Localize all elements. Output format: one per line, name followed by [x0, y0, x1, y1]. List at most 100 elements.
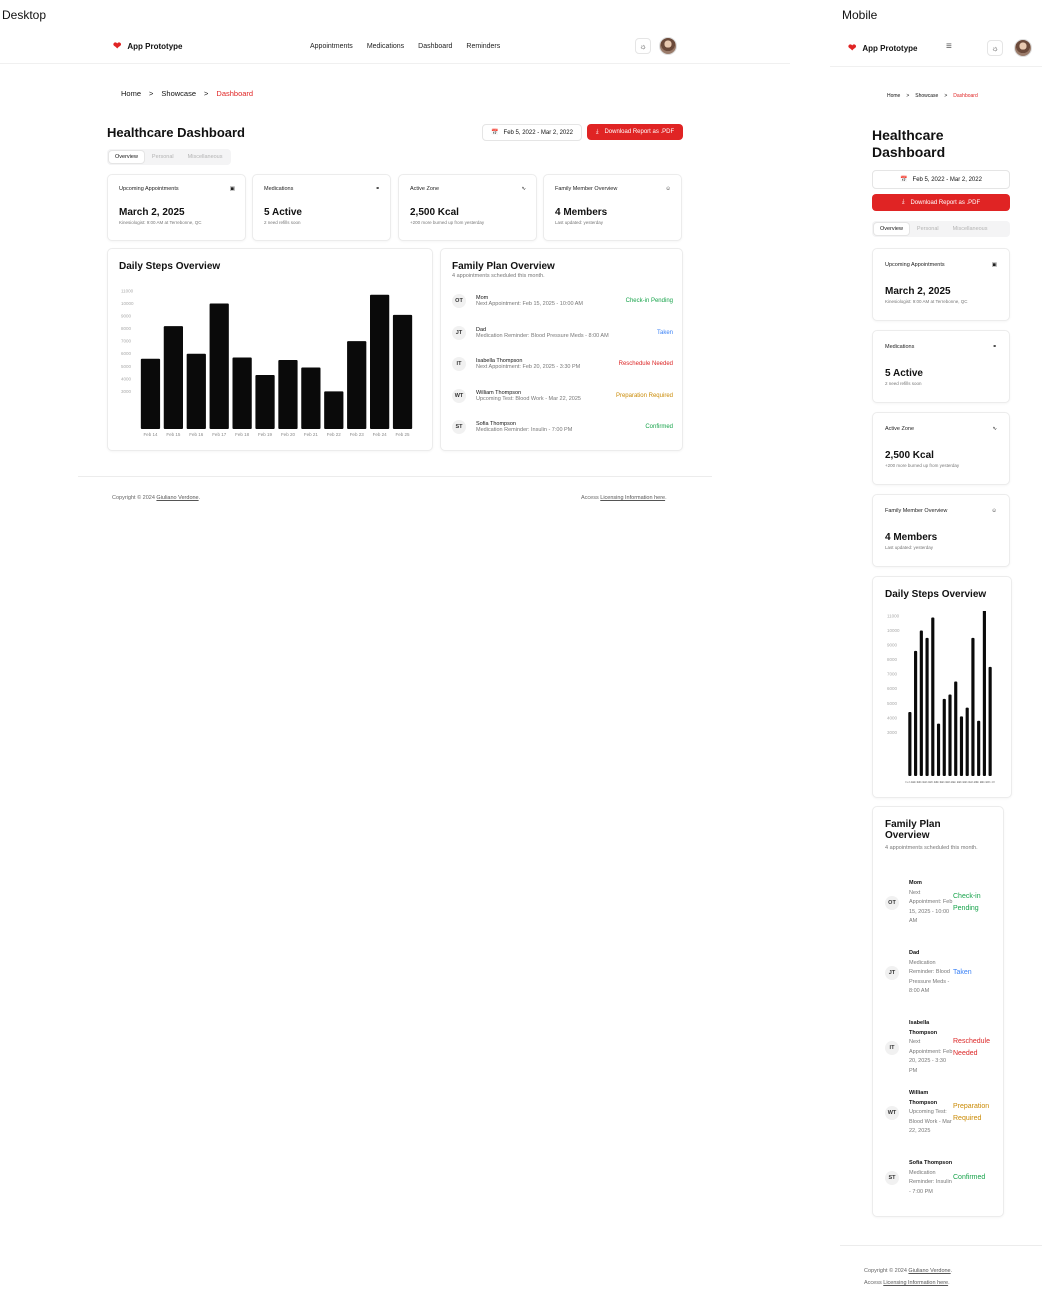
access-suffix: .: [665, 495, 667, 501]
steps-bar: [255, 375, 275, 429]
x-tick-label: Feb 14: [143, 432, 158, 437]
stat-card-family: Family Member Overview ☺ 4 Members Last …: [543, 174, 682, 241]
y-tick-label: 11000: [887, 614, 900, 619]
x-tick-label: Feb 28: [985, 780, 995, 784]
author-link[interactable]: Giuliano Verdone: [908, 1268, 950, 1274]
stat-value: March 2, 2025: [885, 286, 951, 297]
breadcrumb-showcase[interactable]: Showcase: [915, 93, 938, 99]
app-name: App Prototype: [862, 44, 918, 53]
tab-miscellaneous[interactable]: Miscellaneous: [182, 151, 229, 163]
footer-copyright: Copyright © 2024 Giuliano Verdone.: [864, 1268, 952, 1274]
stat-subtext: +200 more burned up from yesterday: [885, 463, 960, 468]
stat-title: Medications: [885, 344, 915, 350]
copyright-suffix: .: [198, 495, 201, 501]
tab-miscellaneous[interactable]: Miscellaneous: [947, 223, 994, 235]
steps-bar: [914, 650, 918, 776]
licensing-link[interactable]: Licensing Information here: [600, 495, 665, 501]
access-prefix: Access: [581, 495, 601, 501]
stat-subtext: Kinesiologist: 9:00 AM at Terrebonne, QC: [885, 299, 968, 304]
app-logo[interactable]: ❤ App Prototype: [848, 43, 918, 54]
nav-link-appointments[interactable]: Appointments: [310, 43, 353, 50]
nav-link-medications[interactable]: Medications: [367, 43, 404, 50]
footer-access: Access Licensing Information here.: [864, 1280, 950, 1286]
family-member-row[interactable]: IT Isabella Thompson Next Appointment: Feb…: [885, 1019, 997, 1076]
steps-bar: [988, 666, 992, 776]
stat-title: Family Member Overview: [885, 508, 948, 514]
users-icon: ☺: [991, 508, 997, 514]
stat-value: March 2, 2025: [119, 207, 185, 218]
avatar[interactable]: [1014, 39, 1032, 57]
tab-personal[interactable]: Personal: [911, 223, 945, 235]
stat-title: Active Zone: [885, 426, 915, 432]
tab-overview[interactable]: Overview: [874, 223, 909, 235]
download-report-button[interactable]: ⤓ Download Report as .PDF: [872, 194, 1010, 211]
tab-overview[interactable]: Overview: [109, 151, 144, 163]
x-tick-label: Feb 15: [166, 432, 181, 437]
steps-bar: [925, 637, 929, 776]
theme-toggle-button[interactable]: ☼: [987, 40, 1003, 56]
y-tick-label: 7000: [887, 672, 898, 677]
steps-bar: [977, 720, 981, 776]
date-range-button[interactable]: 📅 Feb 5, 2022 - Mar 2, 2022: [872, 170, 1010, 189]
member-status: Reschedule Needed: [953, 1037, 990, 1057]
breadcrumb-home[interactable]: Home: [887, 93, 900, 99]
steps-bar: [965, 707, 969, 776]
calendar-icon: ▣: [229, 186, 235, 192]
family-member-row[interactable]: ST Sofia Thompson Medication Reminder: Ins…: [885, 1159, 997, 1197]
family-member-row[interactable]: JT Dad Medication Reminder: Blood Pressure…: [452, 325, 673, 340]
heart-icon: ❤: [848, 43, 857, 54]
nav-link-reminders[interactable]: Reminders: [466, 43, 500, 50]
family-member-row[interactable]: OT Mom Next Appointment: Feb 15, 2025 - 10…: [452, 294, 673, 308]
avatar[interactable]: [659, 37, 677, 55]
download-report-button[interactable]: ⤓ Download Report as .PDF: [587, 124, 683, 140]
member-status: Reschedule Needed: [618, 361, 673, 367]
family-member-row[interactable]: OT Mom Next Appointment: Feb 15, 2025 - 10…: [885, 879, 997, 927]
date-range-button[interactable]: 📅 Feb 5, 2022 - Mar 2, 2022: [482, 124, 582, 141]
breadcrumb-separator: >: [944, 93, 948, 99]
family-member-row[interactable]: WT William Thompson Upcoming Test: Blood W…: [452, 388, 673, 403]
member-detail: Medication Reminder: Insulin - 7:00 PM: [909, 1169, 952, 1195]
family-subtitle: 4 appointments scheduled this month.: [452, 273, 545, 279]
y-tick-label: 6000: [121, 351, 132, 356]
family-member-row[interactable]: IT Isabella Thompson Next Appointment: Feb…: [452, 357, 673, 371]
stat-card-appointments: Upcoming Appointments ▣ March 2, 2025 Ki…: [107, 174, 246, 241]
breadcrumb-showcase[interactable]: Showcase: [161, 89, 196, 98]
y-tick-label: 3000: [121, 389, 132, 394]
family-member-row[interactable]: ST Sofia Thompson Medication Reminder: Ins…: [452, 420, 673, 434]
steps-bar: [392, 314, 413, 429]
tab-personal[interactable]: Personal: [146, 151, 180, 163]
access-suffix: .: [948, 1280, 950, 1286]
footer-divider: [840, 1245, 1042, 1246]
steps-bar: [936, 723, 941, 776]
steps-bar: [954, 681, 958, 776]
download-label: Download Report as .PDF: [604, 129, 675, 135]
breadcrumb-home[interactable]: Home: [121, 89, 141, 98]
y-tick-label: 9000: [121, 314, 132, 319]
copyright-suffix: .: [950, 1268, 953, 1274]
member-status: Confirmed: [645, 424, 673, 430]
sun-icon: ☼: [639, 41, 647, 51]
steps-bar: [140, 358, 161, 429]
licensing-link[interactable]: Licensing Information here: [883, 1280, 948, 1286]
family-member-row[interactable]: WT William Thompson Upcoming Test: Blood W…: [885, 1089, 997, 1137]
app-logo[interactable]: ❤ App Prototype: [113, 41, 183, 52]
member-detail: Next Appointment: Feb 20, 2025 - 3:30 PM: [909, 1039, 953, 1074]
nav-link-dashboard[interactable]: Dashboard: [418, 43, 452, 50]
y-tick-label: 8000: [887, 657, 898, 662]
x-tick-label: Feb 22: [327, 432, 342, 437]
author-link[interactable]: Giuliano Verdone: [156, 495, 198, 501]
menu-icon[interactable]: ≡: [946, 41, 952, 52]
calendar-icon: ▣: [991, 262, 997, 268]
steps-bar: [959, 716, 964, 776]
theme-toggle-button[interactable]: ☼: [635, 38, 651, 54]
stat-subtext: Last updated: yesterday: [555, 220, 604, 225]
family-title: Family Plan Overview: [452, 261, 555, 272]
breadcrumb-current: Dashboard: [953, 93, 978, 99]
steps-bar: [982, 611, 986, 776]
family-member-row[interactable]: JT Dad Medication Reminder: Blood Pressure…: [885, 949, 997, 997]
calendar-icon: 📅: [491, 130, 499, 136]
breadcrumb: Home > Showcase > Dashboard: [887, 93, 978, 99]
breadcrumb-current: Dashboard: [216, 89, 254, 98]
member-detail: Next Appointment: Feb 15, 2025 - 10:00 A…: [909, 889, 953, 925]
stat-card-medications: Medications ⚭ 5 Active 2 need refills so…: [252, 174, 391, 241]
